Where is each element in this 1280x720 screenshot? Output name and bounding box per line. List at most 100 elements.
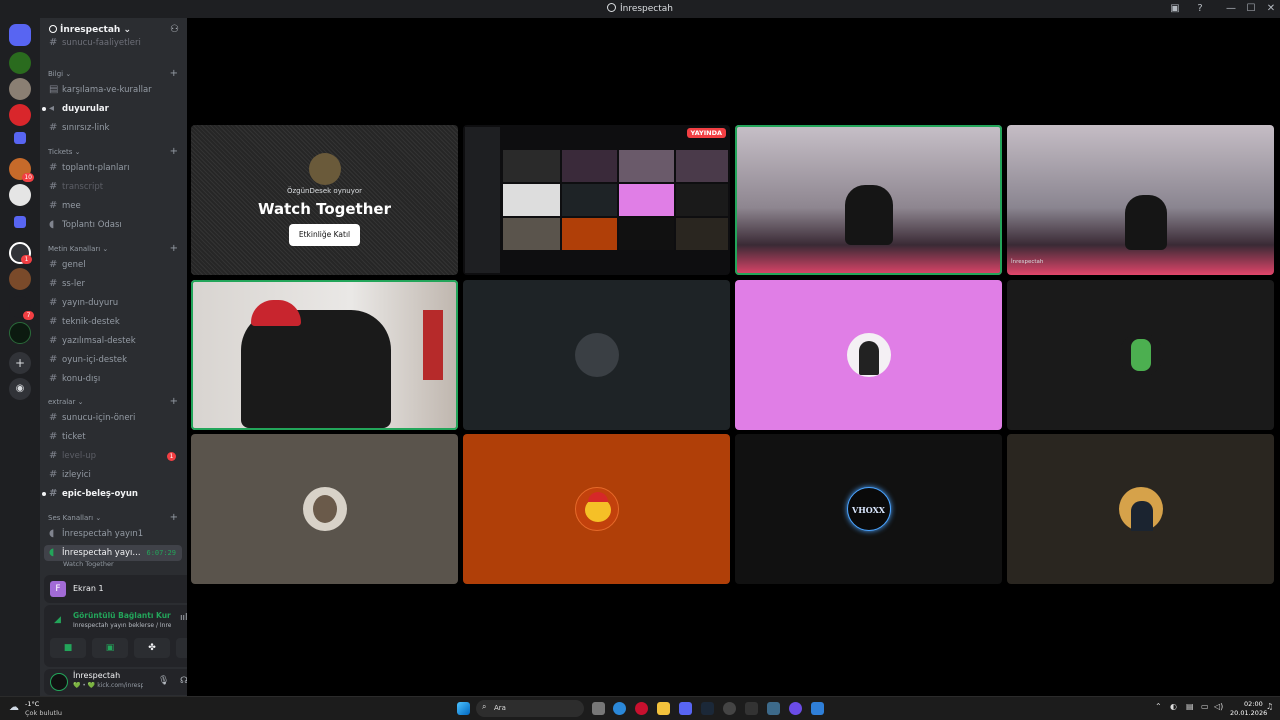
username[interactable]: İnrespectah [73, 671, 120, 680]
join-activity-button[interactable]: Etkinliğe Katıl [289, 224, 360, 246]
soundboard-button[interactable]: ♪ [176, 638, 187, 658]
screen-stream-tile[interactable]: YAYINDA [463, 125, 730, 275]
clock-time[interactable]: 02:00 [1244, 700, 1263, 708]
app-icon[interactable] [789, 702, 802, 715]
category-ses[interactable]: Ses Kanalları ⌄ + [48, 512, 178, 523]
server-icon-2[interactable] [9, 78, 31, 100]
inbox-icon[interactable]: ▣ [1168, 2, 1182, 16]
channel-scrolled[interactable]: # sunucu-faaliyetleri [44, 38, 182, 48]
avatar-tile-7[interactable] [1007, 434, 1274, 584]
avatar-tile-4[interactable] [191, 434, 458, 584]
server-icon-6[interactable] [9, 268, 31, 290]
invite-people-icon[interactable]: ⚇ [170, 24, 179, 35]
avatar-tile-5[interactable] [463, 434, 730, 584]
close-button[interactable]: ✕ [1264, 2, 1278, 16]
channel-sunucu-icin[interactable]: # sunucu-için-öneri [44, 410, 182, 426]
volume-icon[interactable]: ◁) [1214, 702, 1223, 711]
weather-desc[interactable]: Çok bulutlu [25, 709, 62, 717]
add-channel-icon[interactable]: + [170, 68, 178, 79]
avatar[interactable] [50, 673, 68, 691]
add-channel-icon[interactable]: + [170, 396, 178, 407]
channel-izleyici[interactable]: # izleyici [44, 467, 182, 483]
avatar-tile-2[interactable] [735, 280, 1002, 430]
discover-icon[interactable]: ◉ [9, 378, 31, 400]
channel-karsilama[interactable]: ▤ karşılama-ve-kurallar [44, 82, 182, 98]
activities-button[interactable]: ✤ [134, 638, 170, 658]
server-icon-1[interactable] [9, 52, 31, 74]
tray-icon[interactable]: ◐ [1170, 702, 1177, 711]
watch-together-tile[interactable]: ÖzgünDesek oynuyor Watch Together Etkinl… [191, 125, 458, 275]
steam-icon[interactable] [701, 702, 714, 715]
app-icon[interactable] [723, 702, 736, 715]
headphones-icon[interactable]: ☊ [180, 676, 187, 686]
minimize-button[interactable]: — [1224, 2, 1238, 16]
channel-konu-disi[interactable]: # konu-dışı [44, 371, 182, 387]
channel-duyurular[interactable]: ◂ duyurular [42, 101, 182, 117]
add-channel-icon[interactable]: + [170, 146, 178, 157]
add-channel-icon[interactable]: + [170, 243, 178, 254]
category-extralar[interactable]: extralar ⌄ + [48, 396, 178, 407]
weather-temp[interactable]: -1°C [25, 700, 39, 708]
channel-toplanti-odasi[interactable]: ◖ Toplantı Odası [44, 217, 182, 233]
folder-icon-2[interactable] [14, 216, 26, 228]
channel-ticket[interactable]: # ticket [44, 429, 182, 445]
add-server-icon[interactable]: + [9, 352, 31, 374]
channel-genel[interactable]: # genel [44, 257, 182, 273]
microphone-icon[interactable]: 🎙 [158, 676, 169, 686]
noise-suppression-icon[interactable]: ıılı [180, 613, 187, 623]
folder-icon[interactable] [14, 132, 26, 144]
add-channel-icon[interactable]: + [170, 512, 178, 523]
discord-taskbar-icon[interactable] [679, 702, 692, 715]
category-tickets[interactable]: Tickets ⌄ + [48, 146, 178, 157]
app-icon[interactable] [767, 702, 780, 715]
task-view-icon[interactable] [592, 702, 605, 715]
category-bilgi[interactable]: Bilgi ⌄ + [48, 68, 178, 79]
server-icon-5[interactable] [9, 184, 31, 206]
channel-mee[interactable]: # mee [44, 198, 182, 214]
avatar-tile-6[interactable]: VHOXX [735, 434, 1002, 584]
avatar-tile-3[interactable] [1007, 280, 1274, 430]
help-icon[interactable]: ? [1193, 2, 1207, 16]
category-metin[interactable]: Metin Kanalları ⌄ + [48, 243, 178, 254]
server-icon-7[interactable]: 7 [9, 296, 34, 320]
avatar-tile-1[interactable] [463, 280, 730, 430]
file-explorer-icon[interactable] [657, 702, 670, 715]
app-icon[interactable] [745, 702, 758, 715]
channel-epic[interactable]: # epic-beleş-oyun [42, 486, 182, 502]
camera-tile-3[interactable] [191, 280, 458, 430]
server-icon-4[interactable]: 10 [9, 158, 34, 182]
tray-chevron-icon[interactable]: ⌃ [1155, 702, 1162, 711]
camera-tile-2[interactable]: İnrespectah [1007, 125, 1274, 275]
channel-sinirsiz[interactable]: # sınırsız-link [44, 120, 182, 136]
discord-home-icon[interactable] [9, 24, 31, 46]
weather-icon[interactable]: ☁ [9, 702, 19, 713]
notification-bell-icon[interactable]: ♫ [1266, 702, 1273, 711]
channel-oyun-ici[interactable]: # oyun-içi-destek [44, 352, 182, 368]
channel-yazilimsal[interactable]: # yazılımsal-destek [44, 333, 182, 349]
channel-transcript[interactable]: # transcript [44, 179, 182, 195]
voice-status[interactable]: Görüntülü Bağlantı Kuruld [73, 611, 171, 620]
voice-channel-2[interactable]: ◖ İnrespectah yayı... 6:07:29 [44, 545, 182, 561]
camera-tile-1[interactable] [735, 125, 1002, 275]
channel-teknik[interactable]: # teknik-destek [44, 314, 182, 330]
clock-date[interactable]: 20.01.2026 [1230, 709, 1267, 717]
maximize-button[interactable]: ☐ [1244, 2, 1258, 16]
network-icon[interactable]: ▭ [1201, 702, 1209, 711]
start-icon[interactable] [457, 702, 470, 715]
server-icon-8[interactable] [9, 322, 31, 344]
camera-button[interactable]: ■ [50, 638, 86, 658]
screen-share-button[interactable]: ▣ [92, 638, 128, 658]
search-box[interactable]: ⌕ Ara [476, 700, 584, 717]
channel-yayin-duyuru[interactable]: # yayın-duyuru [44, 295, 182, 311]
screen-avatar: F [50, 581, 66, 597]
voice-channel-1[interactable]: ◖ İnrespectah yayın1 [44, 526, 182, 542]
app-icon[interactable] [811, 702, 824, 715]
channel-toplanti-planlari[interactable]: # toplantı-planları [44, 160, 182, 176]
channel-ss[interactable]: # ss-ler [44, 276, 182, 292]
server-icon-3[interactable] [9, 104, 31, 126]
copilot-icon[interactable] [613, 702, 626, 715]
opera-icon[interactable] [635, 702, 648, 715]
server-icon-active[interactable]: 1 [9, 242, 32, 264]
tray-icon[interactable]: ▤ [1186, 702, 1194, 711]
channel-level-up[interactable]: # level-up 1 [44, 448, 182, 464]
